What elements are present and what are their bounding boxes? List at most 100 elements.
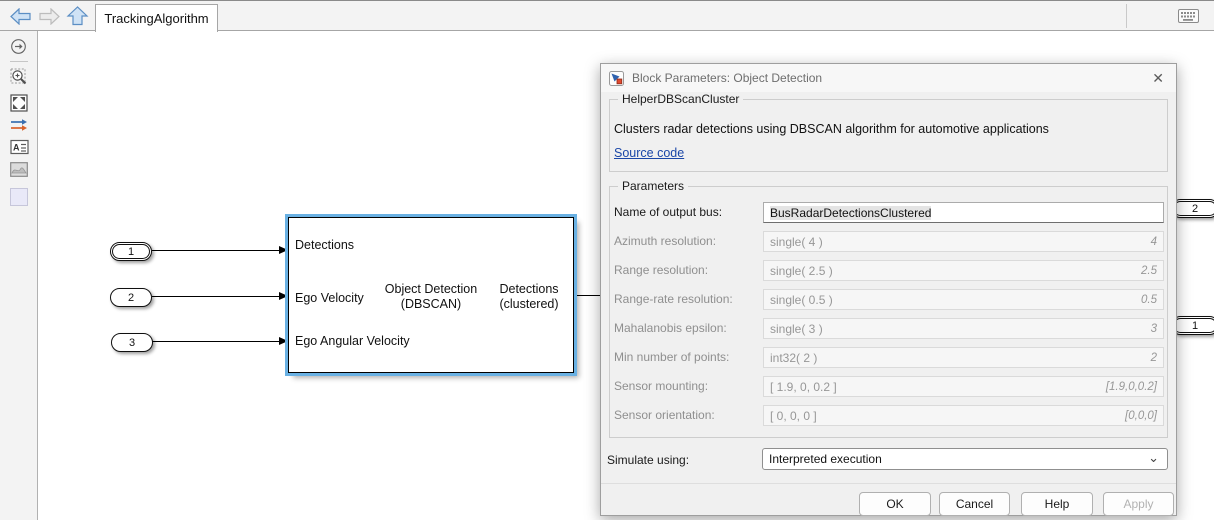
wire-1[interactable] — [152, 250, 280, 251]
wire-1-arrowhead — [279, 246, 288, 254]
breadcrumb-tab-label: TrackingAlgorithm — [104, 11, 208, 26]
param-row-min-points: Min number of points: int32( 2 ) 2 — [610, 347, 1167, 369]
outport-2-number: 2 — [1192, 203, 1198, 215]
help-button[interactable]: Help — [1021, 492, 1093, 516]
image-icon[interactable] — [10, 162, 28, 182]
parameters-groupbox-label: Parameters — [618, 179, 688, 193]
field-evaluated-value: [0,0,0] — [1125, 410, 1157, 422]
palette-divider — [10, 61, 28, 62]
inport-3[interactable]: 3 — [111, 333, 153, 352]
breadcrumb-tab[interactable]: TrackingAlgorithm — [95, 4, 218, 32]
param-label: Sensor mounting: — [614, 379, 708, 393]
param-row-output-bus: Name of output bus: BusRadarDetectionsCl… — [610, 202, 1167, 224]
inport-3-number: 3 — [129, 337, 135, 349]
helper-groupbox: HelperDBScanCluster Clusters radar detec… — [609, 99, 1168, 172]
area-icon[interactable] — [10, 188, 28, 206]
dialog-titlebar[interactable]: Block Parameters: Object Detection ✕ — [601, 64, 1176, 92]
annotation-icon[interactable]: A — [10, 139, 29, 160]
param-row-azimuth: Azimuth resolution: single( 4 ) 4 — [610, 231, 1167, 253]
wire-3[interactable] — [152, 341, 280, 342]
field-value: int32( 2 ) — [770, 351, 817, 365]
back-icon[interactable] — [10, 8, 32, 30]
param-row-range-rate: Range-rate resolution: single( 0.5 ) 0.5 — [610, 289, 1167, 311]
inport-2-number: 2 — [128, 292, 134, 304]
output-bus-input[interactable]: BusRadarDetectionsClustered — [763, 202, 1164, 223]
field-value: [ 1.9, 0, 0.2 ] — [770, 380, 837, 394]
param-label: Range-rate resolution: — [614, 292, 733, 306]
simulate-using-label: Simulate using: — [607, 453, 689, 467]
inport-1[interactable]: 1 — [110, 242, 152, 261]
keyboard-icon[interactable] — [1178, 9, 1199, 28]
range-resolution-field: single( 2.5 ) 2.5 — [763, 260, 1164, 281]
simulate-using-value: Interpreted execution — [769, 452, 882, 466]
param-label: Sensor orientation: — [614, 408, 715, 422]
toolbar-divider — [1126, 4, 1127, 28]
param-label: Name of output bus: — [614, 205, 722, 219]
wire-2-arrowhead — [279, 292, 288, 300]
source-code-link[interactable]: Source code — [614, 146, 684, 160]
block-outport-line2: (clustered) — [489, 297, 569, 312]
param-row-sensor-orientation: Sensor orientation: [ 0, 0, 0 ][0,0,0] — [610, 405, 1167, 427]
outport-2[interactable]: 2 — [1171, 199, 1214, 218]
simulate-using-select[interactable]: Interpreted execution ⌄ — [762, 448, 1168, 470]
block-description: Clusters radar detections using DBSCAN a… — [614, 122, 1049, 136]
parameters-groupbox: Parameters Name of output bus: BusRadarD… — [609, 186, 1168, 438]
block-parameters-dialog: Block Parameters: Object Detection ✕ Hel… — [600, 63, 1177, 516]
fit-to-view-icon[interactable] — [10, 94, 28, 117]
field-value: single( 2.5 ) — [770, 264, 833, 278]
field-value: single( 4 ) — [770, 235, 823, 249]
block-outport-line1: Detections — [489, 282, 569, 297]
outport-1[interactable]: 1 — [1171, 316, 1214, 335]
field-evaluated-value: 4 — [1151, 236, 1157, 248]
outport-1-number: 1 — [1192, 320, 1198, 332]
chevron-down-icon: ⌄ — [1148, 450, 1159, 466]
zoom-region-icon[interactable] — [10, 68, 29, 92]
inport-2[interactable]: 2 — [110, 288, 152, 307]
azimuth-resolution-field: single( 4 ) 4 — [763, 231, 1164, 252]
range-rate-resolution-field: single( 0.5 ) 0.5 — [763, 289, 1164, 310]
close-icon[interactable]: ✕ — [1152, 70, 1164, 87]
param-label: Azimuth resolution: — [614, 234, 716, 248]
param-row-mahalanobis: Mahalanobis epsilon: single( 3 ) 3 — [610, 318, 1167, 340]
param-label: Range resolution: — [614, 263, 708, 277]
helper-groupbox-label: HelperDBScanCluster — [618, 92, 743, 106]
param-label: Min number of points: — [614, 350, 729, 364]
block-inport-label-detections: Detections — [295, 238, 354, 252]
block-outport-label: Detections (clustered) — [489, 282, 569, 312]
ok-button[interactable]: OK — [859, 492, 931, 516]
field-evaluated-value: [1.9,0,0.2] — [1106, 381, 1157, 393]
mahalanobis-epsilon-field: single( 3 ) 3 — [763, 318, 1164, 339]
apply-button: Apply — [1103, 492, 1174, 516]
param-label: Mahalanobis epsilon: — [614, 321, 727, 335]
field-evaluated-value: 0.5 — [1141, 294, 1157, 306]
cancel-button[interactable]: Cancel — [939, 492, 1010, 516]
inport-1-number: 1 — [128, 246, 134, 258]
dialog-title: Block Parameters: Object Detection — [632, 71, 822, 85]
svg-text:A: A — [13, 143, 20, 153]
navigation-toolbar: TrackingAlgorithm — [0, 1, 1214, 31]
object-detection-block[interactable]: Detections Ego Velocity Ego Angular Velo… — [288, 217, 574, 373]
signal-lines-icon[interactable] — [10, 118, 29, 137]
browse-icon[interactable] — [10, 38, 27, 60]
field-value: single( 0.5 ) — [770, 293, 833, 307]
field-evaluated-value: 2.5 — [1141, 265, 1157, 277]
palette-sidebar: A — [0, 31, 38, 520]
wire-3-arrowhead — [279, 337, 288, 345]
footer-divider — [601, 483, 1176, 484]
forward-icon[interactable] — [38, 8, 60, 30]
block-inport-label-ego-angular-velocity: Ego Angular Velocity — [295, 334, 410, 348]
sensor-mounting-field: [ 1.9, 0, 0.2 ] [1.9,0,0.2] — [763, 376, 1164, 397]
sensor-orientation-field: [ 0, 0, 0 ][0,0,0] — [763, 405, 1164, 426]
block-parameters-icon — [609, 71, 624, 86]
up-to-parent-icon[interactable] — [66, 6, 89, 31]
min-number-of-points-field: int32( 2 ) 2 — [763, 347, 1164, 368]
field-value: single( 3 ) — [770, 322, 823, 336]
param-row-range: Range resolution: single( 2.5 ) 2.5 — [610, 260, 1167, 282]
field-evaluated-value: 3 — [1151, 323, 1157, 335]
param-row-sensor-mounting: Sensor mounting: [ 1.9, 0, 0.2 ] [1.9,0,0… — [610, 376, 1167, 398]
simulink-window: { "toolbar": { "tab_label": "TrackingAlg… — [0, 0, 1214, 519]
output-wire[interactable] — [576, 295, 602, 296]
output-bus-value: BusRadarDetectionsClustered — [770, 206, 931, 220]
wire-2[interactable] — [152, 296, 280, 297]
field-evaluated-value: 2 — [1151, 352, 1157, 364]
